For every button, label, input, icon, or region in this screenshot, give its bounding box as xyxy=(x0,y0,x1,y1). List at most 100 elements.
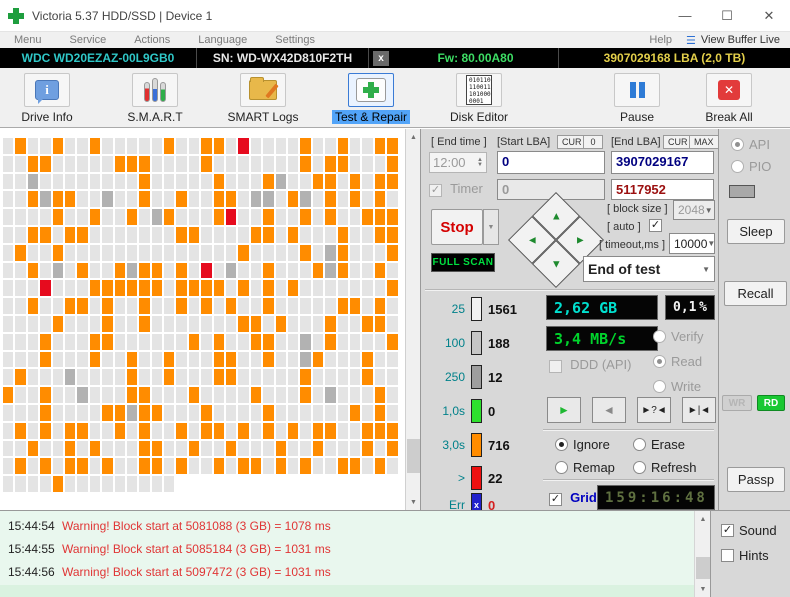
grid-checkbox[interactable]: Grid xyxy=(549,490,597,506)
map-block[interactable] xyxy=(214,245,224,261)
map-block[interactable] xyxy=(338,316,348,332)
map-block[interactable] xyxy=(40,191,50,207)
map-block[interactable] xyxy=(288,476,298,492)
map-block[interactable] xyxy=(65,441,75,457)
map-block[interactable] xyxy=(189,316,199,332)
map-block[interactable] xyxy=(350,405,360,421)
map-block[interactable] xyxy=(152,352,162,368)
map-block[interactable] xyxy=(387,174,397,190)
map-block[interactable] xyxy=(362,280,372,296)
map-block[interactable] xyxy=(338,156,348,172)
map-block[interactable] xyxy=(53,334,63,350)
map-block[interactable] xyxy=(362,334,372,350)
map-block[interactable] xyxy=(201,458,211,474)
map-block[interactable] xyxy=(263,441,273,457)
map-block[interactable] xyxy=(15,298,25,314)
map-block[interactable] xyxy=(338,191,348,207)
map-block[interactable] xyxy=(313,227,323,243)
map-block[interactable] xyxy=(313,441,323,457)
map-block[interactable] xyxy=(325,280,335,296)
map-block[interactable] xyxy=(375,387,385,403)
map-block[interactable] xyxy=(300,405,310,421)
map-block[interactable] xyxy=(325,476,335,492)
map-block[interactable] xyxy=(164,405,174,421)
map-block[interactable] xyxy=(288,334,298,350)
map-block[interactable] xyxy=(387,280,397,296)
map-block[interactable] xyxy=(362,227,372,243)
map-block[interactable] xyxy=(53,280,63,296)
map-block[interactable] xyxy=(176,441,186,457)
map-block[interactable] xyxy=(201,138,211,154)
map-block[interactable] xyxy=(300,387,310,403)
map-block[interactable] xyxy=(387,316,397,332)
map-block[interactable] xyxy=(189,334,199,350)
map-block[interactable] xyxy=(127,334,137,350)
map-scrollbar[interactable]: ▲ ▼ xyxy=(405,129,420,510)
map-block[interactable] xyxy=(152,476,162,492)
map-block[interactable] xyxy=(214,476,224,492)
map-block[interactable] xyxy=(15,209,25,225)
map-block[interactable] xyxy=(115,138,125,154)
map-block[interactable] xyxy=(152,174,162,190)
map-block[interactable] xyxy=(276,280,286,296)
map-block[interactable] xyxy=(387,138,397,154)
map-block[interactable] xyxy=(288,316,298,332)
map-block[interactable] xyxy=(214,263,224,279)
map-block[interactable] xyxy=(15,227,25,243)
map-block[interactable] xyxy=(201,352,211,368)
map-block[interactable] xyxy=(189,245,199,261)
map-block[interactable] xyxy=(3,352,13,368)
map-block[interactable] xyxy=(263,280,273,296)
map-block[interactable] xyxy=(115,423,125,439)
map-block[interactable] xyxy=(176,245,186,261)
serial-close-button[interactable]: x xyxy=(373,51,389,66)
map-block[interactable] xyxy=(263,369,273,385)
map-block[interactable] xyxy=(102,352,112,368)
map-block[interactable] xyxy=(115,298,125,314)
map-block[interactable] xyxy=(28,352,38,368)
map-block[interactable] xyxy=(300,174,310,190)
map-block[interactable] xyxy=(263,245,273,261)
map-block[interactable] xyxy=(127,458,137,474)
map-block[interactable] xyxy=(350,441,360,457)
map-block[interactable] xyxy=(189,405,199,421)
map-block[interactable] xyxy=(77,423,87,439)
map-block[interactable] xyxy=(362,476,372,492)
map-block[interactable] xyxy=(3,138,13,154)
map-block[interactable] xyxy=(164,334,174,350)
map-block[interactable] xyxy=(152,280,162,296)
map-block[interactable] xyxy=(176,476,186,492)
map-block[interactable] xyxy=(313,405,323,421)
map-block[interactable] xyxy=(201,174,211,190)
map-block[interactable] xyxy=(313,280,323,296)
map-block[interactable] xyxy=(263,458,273,474)
map-block[interactable] xyxy=(338,352,348,368)
map-block[interactable] xyxy=(176,316,186,332)
map-block[interactable] xyxy=(65,405,75,421)
auto-checkbox[interactable] xyxy=(649,219,662,232)
map-block[interactable] xyxy=(276,476,286,492)
map-block[interactable] xyxy=(90,227,100,243)
map-block[interactable] xyxy=(201,369,211,385)
map-block[interactable] xyxy=(350,263,360,279)
break-all-button[interactable]: ✕ Break All xyxy=(696,73,762,124)
close-button[interactable]: ✕ xyxy=(748,0,790,31)
map-block[interactable] xyxy=(127,369,137,385)
map-block[interactable] xyxy=(226,245,236,261)
map-block[interactable] xyxy=(276,387,286,403)
map-block[interactable] xyxy=(350,209,360,225)
map-block[interactable] xyxy=(325,387,335,403)
map-block[interactable] xyxy=(226,423,236,439)
map-block[interactable] xyxy=(40,263,50,279)
map-block[interactable] xyxy=(28,298,38,314)
map-block[interactable] xyxy=(387,458,397,474)
map-block[interactable] xyxy=(164,156,174,172)
map-block[interactable] xyxy=(238,298,248,314)
map-block[interactable] xyxy=(15,476,25,492)
map-block[interactable] xyxy=(176,352,186,368)
map-block[interactable] xyxy=(313,245,323,261)
map-block[interactable] xyxy=(338,280,348,296)
pause-button[interactable]: Pause xyxy=(604,73,670,124)
map-block[interactable] xyxy=(15,369,25,385)
map-block[interactable] xyxy=(214,387,224,403)
